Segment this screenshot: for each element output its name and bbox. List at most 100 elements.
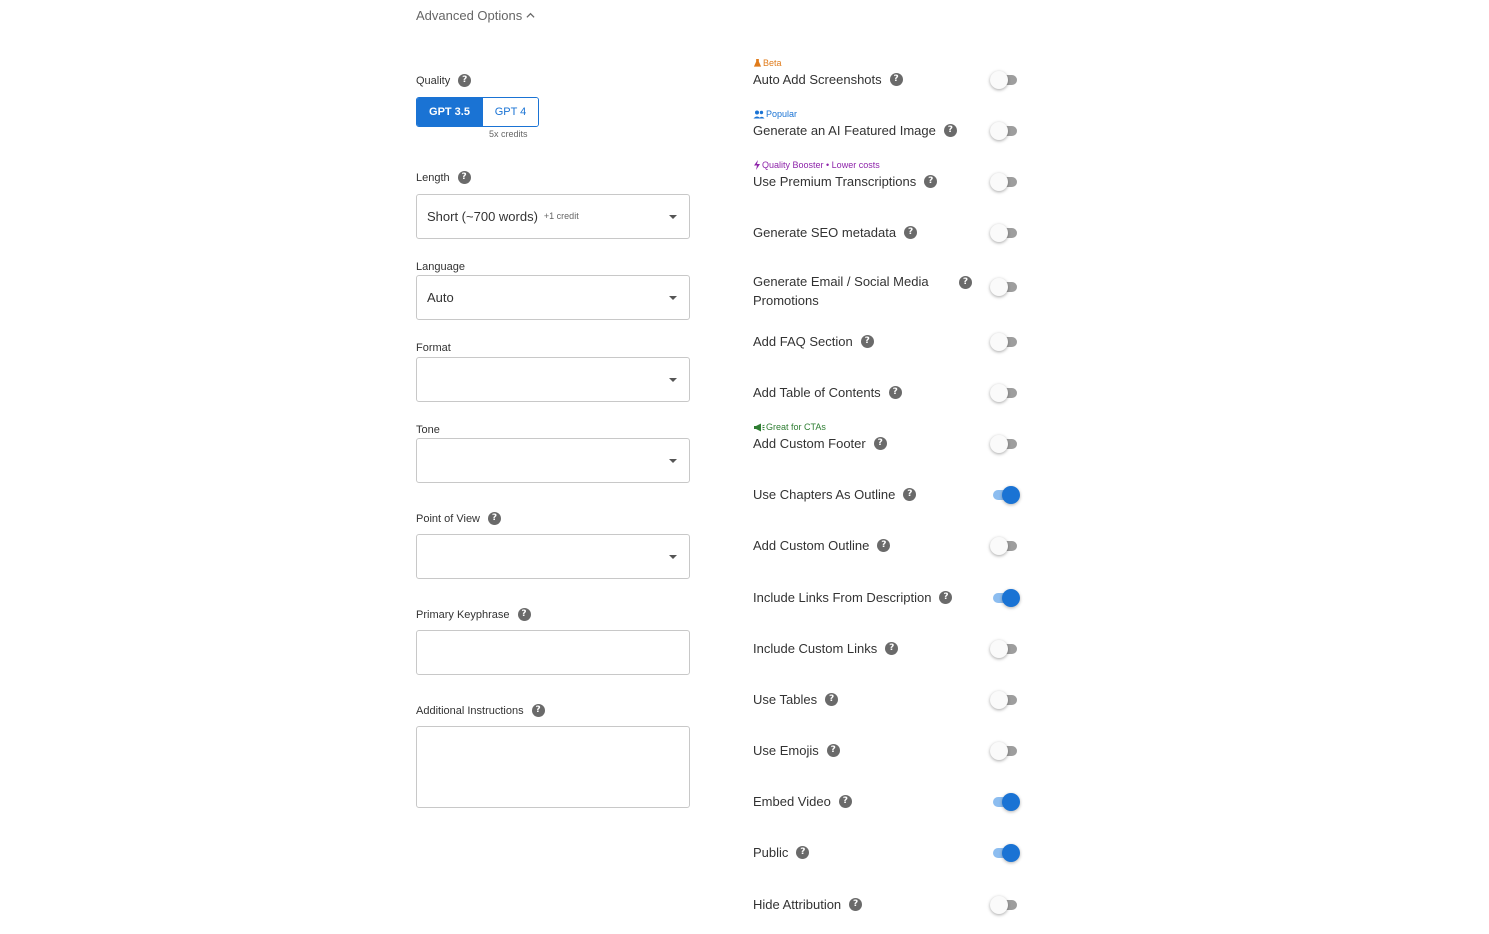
option-toggle[interactable] bbox=[990, 435, 1020, 453]
help-icon[interactable]: ? bbox=[838, 795, 852, 808]
option-toggle[interactable] bbox=[990, 537, 1020, 555]
language-label: Language bbox=[416, 261, 465, 273]
help-icon[interactable]: ? bbox=[873, 437, 887, 450]
help-icon[interactable]: ? bbox=[888, 386, 902, 399]
option-badge-text: Quality Booster • Lower costs bbox=[762, 160, 880, 170]
option-label-text: Embed Video bbox=[753, 794, 831, 809]
option-badge: Quality Booster • Lower costs bbox=[753, 160, 880, 170]
quality-option-gpt35[interactable]: GPT 3.5 bbox=[417, 98, 482, 126]
tone-select[interactable] bbox=[416, 438, 690, 483]
option-label: Add Custom Outline? bbox=[753, 538, 891, 553]
help-icon[interactable]: ? bbox=[457, 171, 471, 184]
option-label-text: Auto Add Screenshots bbox=[753, 72, 882, 87]
option-toggle[interactable] bbox=[990, 173, 1020, 191]
toggle-knob bbox=[990, 691, 1008, 709]
toggle-knob bbox=[1002, 793, 1020, 811]
help-icon[interactable]: ? bbox=[877, 539, 891, 552]
option-toggle[interactable] bbox=[990, 486, 1020, 504]
option-toggle[interactable] bbox=[990, 691, 1020, 709]
option-label-text: Add Custom Footer bbox=[753, 436, 866, 451]
help-icon[interactable]: ? bbox=[517, 608, 531, 621]
language-value: Auto bbox=[427, 290, 454, 305]
option-toggle[interactable] bbox=[990, 844, 1020, 862]
option-toggle[interactable] bbox=[990, 71, 1020, 89]
advanced-options-toggle[interactable]: Advanced Options bbox=[416, 8, 535, 23]
option-label: Add Custom Footer? bbox=[753, 436, 887, 451]
option-toggle[interactable] bbox=[990, 896, 1020, 914]
option-toggle[interactable] bbox=[990, 742, 1020, 760]
caret-down-icon bbox=[669, 555, 677, 559]
option-toggle[interactable] bbox=[990, 278, 1020, 296]
option-label: Include Links From Description? bbox=[753, 590, 953, 605]
megaphone-icon bbox=[753, 423, 765, 432]
primary-keyphrase-input[interactable] bbox=[416, 630, 690, 675]
toggle-knob bbox=[1002, 844, 1020, 862]
help-icon[interactable]: ? bbox=[924, 175, 938, 188]
help-icon[interactable]: ? bbox=[959, 276, 972, 289]
help-icon[interactable]: ? bbox=[826, 744, 840, 757]
option-label: Use Premium Transcriptions? bbox=[753, 174, 938, 189]
help-icon[interactable]: ? bbox=[885, 642, 899, 655]
language-select[interactable]: Auto bbox=[416, 275, 690, 320]
toggle-knob bbox=[990, 122, 1008, 140]
option-label: Hide Attribution? bbox=[753, 897, 863, 912]
option-toggle[interactable] bbox=[990, 333, 1020, 351]
help-icon[interactable]: ? bbox=[849, 898, 863, 911]
advanced-options-label: Advanced Options bbox=[416, 8, 523, 23]
option-badge-text: Popular bbox=[766, 109, 798, 119]
toggle-knob bbox=[990, 537, 1008, 555]
help-icon[interactable]: ? bbox=[943, 124, 957, 137]
quality-toggle-group: GPT 3.5 GPT 4 bbox=[416, 97, 539, 127]
option-label: Generate SEO metadata? bbox=[753, 225, 918, 240]
help-icon[interactable]: ? bbox=[458, 74, 472, 87]
option-label-text: Use Premium Transcriptions bbox=[753, 174, 917, 189]
tone-label: Tone bbox=[416, 424, 440, 436]
help-icon[interactable]: ? bbox=[860, 335, 874, 348]
option-label-text: Add FAQ Section bbox=[753, 334, 853, 349]
help-icon[interactable]: ? bbox=[903, 488, 917, 501]
chevron-up-icon bbox=[526, 12, 535, 18]
option-toggle[interactable] bbox=[990, 589, 1020, 607]
toggle-knob bbox=[990, 435, 1008, 453]
lightning-icon bbox=[753, 160, 761, 170]
length-label: Length ? bbox=[416, 171, 471, 184]
toggle-knob bbox=[990, 71, 1008, 89]
caret-down-icon bbox=[669, 215, 677, 219]
additional-instructions-label: Additional Instructions ? bbox=[416, 704, 545, 717]
toggle-knob bbox=[990, 224, 1008, 242]
option-label: Use Emojis? bbox=[753, 743, 840, 758]
caret-down-icon bbox=[669, 378, 677, 382]
option-badge: Popular bbox=[753, 109, 797, 119]
option-label-text: Public bbox=[753, 845, 789, 860]
help-icon[interactable]: ? bbox=[904, 226, 918, 239]
option-label: Use Chapters As Outline? bbox=[753, 487, 917, 502]
help-icon[interactable]: ? bbox=[939, 591, 953, 604]
option-label: Add Table of Contents? bbox=[753, 385, 902, 400]
option-label-text: Include Custom Links bbox=[753, 641, 878, 656]
help-icon[interactable]: ? bbox=[825, 693, 839, 706]
option-toggle[interactable] bbox=[990, 122, 1020, 140]
help-icon[interactable]: ? bbox=[488, 512, 502, 525]
option-label: Auto Add Screenshots? bbox=[753, 72, 903, 87]
format-select[interactable] bbox=[416, 357, 690, 402]
help-icon[interactable]: ? bbox=[531, 704, 545, 717]
length-select[interactable]: Short (~700 words) +1 credit bbox=[416, 194, 690, 239]
option-toggle[interactable] bbox=[990, 640, 1020, 658]
option-toggle[interactable] bbox=[990, 224, 1020, 242]
option-toggle[interactable] bbox=[990, 793, 1020, 811]
help-icon[interactable]: ? bbox=[796, 846, 810, 859]
point-of-view-select[interactable] bbox=[416, 534, 690, 579]
toggle-knob bbox=[990, 896, 1008, 914]
option-label-text: Use Emojis bbox=[753, 743, 819, 758]
option-toggle[interactable] bbox=[990, 384, 1020, 402]
people-icon bbox=[753, 110, 765, 119]
additional-instructions-textarea[interactable] bbox=[416, 726, 690, 808]
option-label-text: Use Chapters As Outline bbox=[753, 487, 896, 502]
primary-keyphrase-label: Primary Keyphrase ? bbox=[416, 608, 531, 621]
option-badge: Beta bbox=[753, 58, 782, 68]
length-value: Short (~700 words) bbox=[427, 209, 538, 224]
help-icon[interactable]: ? bbox=[889, 73, 903, 86]
option-label-text: Generate Email / Social Media Promotions bbox=[753, 274, 929, 308]
quality-option-gpt4[interactable]: GPT 4 bbox=[482, 98, 538, 126]
toggle-knob bbox=[1002, 589, 1020, 607]
